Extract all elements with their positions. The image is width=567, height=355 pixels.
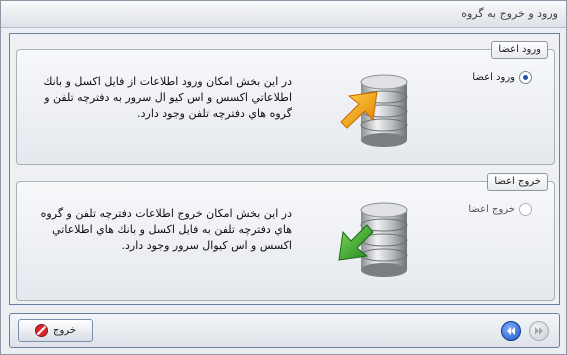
radio-checked-icon[interactable]: [519, 71, 532, 84]
export-group-legend: خروج اعضا: [487, 173, 548, 191]
import-members-radio[interactable]: ورود اعضا: [472, 71, 532, 84]
no-entry-icon: [35, 324, 49, 337]
title-bar: ورود و خروج به گروه: [1, 1, 566, 28]
content-panel: ورود اعضا ورود اعضا در اين بخش امكان ورو…: [9, 33, 560, 305]
database-import-icon: [335, 70, 415, 150]
import-radio-label: ورود اعضا: [472, 72, 515, 83]
dialog-window: ورود و خروج به گروه ورود اعضا ورود اعضا: [0, 0, 567, 355]
import-description: در اين بخش امكان ورود اطلاعات از فايل اك…: [43, 75, 292, 120]
export-members-radio[interactable]: خروج اعضا: [468, 203, 532, 216]
export-description: در اين بخش امكان خروج اطلاعات دفترچه تلف…: [40, 207, 292, 252]
window-title: ورود و خروج به گروه: [461, 7, 558, 20]
bottom-toolbar: خروج: [9, 313, 560, 348]
next-button[interactable]: [529, 321, 549, 341]
export-members-group: خروج اعضا خروج اعضا در اين بخش امكان خرو…: [16, 173, 555, 301]
fast-forward-icon: [535, 327, 543, 335]
rewind-icon: [507, 327, 515, 335]
exit-button-label: خروج: [53, 325, 76, 336]
radio-unchecked-icon[interactable]: [519, 203, 532, 216]
import-group-legend: ورود اعضا: [491, 41, 548, 59]
previous-button[interactable]: [501, 321, 521, 341]
exit-button[interactable]: خروج: [18, 319, 93, 342]
database-export-icon: [335, 202, 415, 282]
import-members-group: ورود اعضا ورود اعضا در اين بخش امكان ورو…: [16, 41, 555, 165]
export-radio-label: خروج اعضا: [468, 204, 515, 215]
